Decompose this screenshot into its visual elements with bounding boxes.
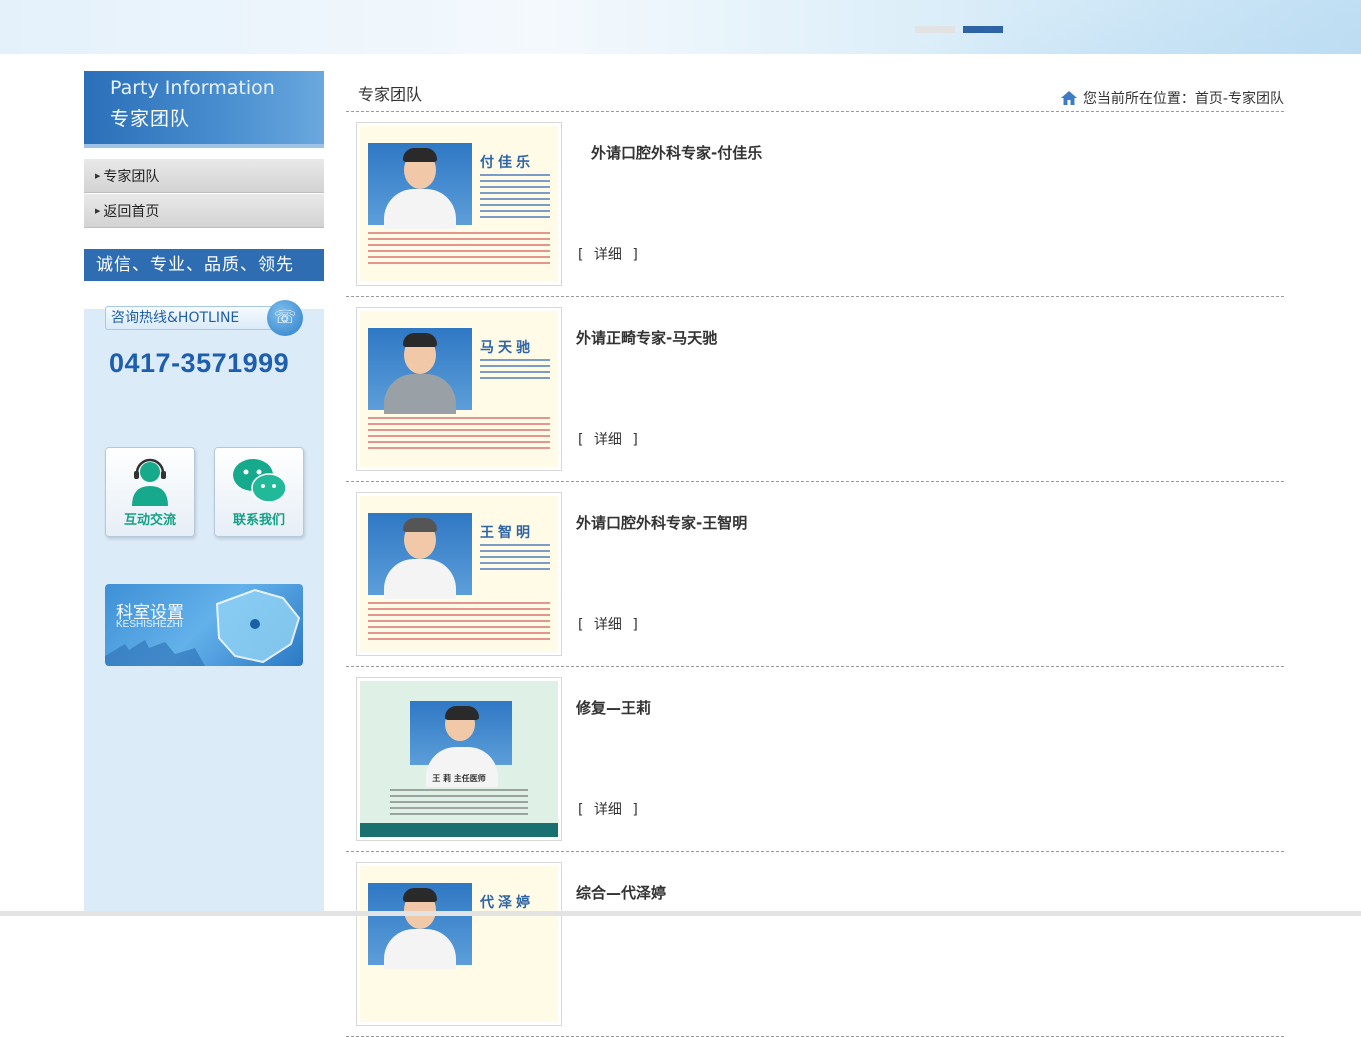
card-name: 代泽婷 bbox=[480, 895, 534, 911]
breadcrumb: 您当前所在位置：首页-专家团队 bbox=[1060, 88, 1284, 108]
sidebar-item-home[interactable]: ▶ 返回首页 bbox=[84, 194, 324, 228]
interactive-chat-tile[interactable]: 互动交流 bbox=[105, 447, 195, 537]
contact-us-tile[interactable]: 联系我们 bbox=[214, 447, 304, 537]
sidebar: Party Information 专家团队 ▶ 专家团队 ▶ 返回首页 诚信、专业… bbox=[84, 71, 324, 916]
card-name: 王 莉 主任医师 bbox=[432, 774, 486, 783]
list-item: 马天驰 外请正畸专家-马天驰 [ 详细 ] bbox=[346, 297, 1284, 482]
expert-thumbnail[interactable]: 马天驰 bbox=[356, 307, 562, 471]
details-link[interactable]: [ 详细 ] bbox=[578, 614, 638, 634]
list-item: 王智明 外请口腔外科专家-王智明 [ 详细 ] bbox=[346, 482, 1284, 667]
top-banner bbox=[0, 0, 1361, 54]
expert-card-image: 马天驰 bbox=[360, 311, 558, 467]
phone-icon: ☏ bbox=[267, 300, 303, 336]
sidebar-nav: ▶ 专家团队 ▶ 返回首页 bbox=[84, 159, 324, 229]
department-banner[interactable]: 科室设置 KESHISHEZHI bbox=[105, 584, 303, 666]
card-name: 付佳乐 bbox=[480, 155, 534, 171]
list-item: 付佳乐 外请口腔外科专家-付佳乐 [ 详细 ] bbox=[346, 112, 1284, 297]
tile-label: 互动交流 bbox=[123, 513, 176, 528]
details-link[interactable]: [ 详细 ] bbox=[578, 244, 638, 264]
arrow-right-icon: ▶ bbox=[95, 208, 101, 216]
home-icon bbox=[1060, 91, 1077, 105]
banner-indicator-2-active[interactable] bbox=[963, 26, 1003, 33]
wechat-icon bbox=[233, 459, 287, 503]
expert-card-image: 代泽婷 bbox=[360, 866, 558, 1022]
hotline-number: 0417-3571999 bbox=[109, 348, 290, 378]
banner-indicator-1[interactable] bbox=[915, 26, 955, 33]
expert-thumbnail[interactable]: 付佳乐 bbox=[356, 122, 562, 286]
card-name: 王智明 bbox=[480, 525, 534, 541]
expert-title-link[interactable]: 外请正畸专家-马天驰 bbox=[576, 327, 717, 348]
arrow-right-icon: ▶ bbox=[95, 173, 101, 181]
expert-thumbnail[interactable]: 代泽婷 bbox=[356, 862, 562, 1026]
content-header: 专家团队 您当前所在位置：首页-专家团队 bbox=[346, 71, 1284, 112]
sidebar-item-label: 返回首页 bbox=[103, 203, 160, 219]
list-item: 代泽婷 综合—代泽婷 bbox=[346, 852, 1284, 1037]
card-name: 马天驰 bbox=[480, 340, 534, 356]
sidebar-item-expert-team[interactable]: ▶ 专家团队 bbox=[84, 159, 324, 193]
sidebar-header-en: Party Information bbox=[110, 77, 275, 99]
bottom-border bbox=[0, 911, 1361, 916]
hotline-box: 咨询热线&HOTLINE ☏ 0417-3571999 bbox=[105, 300, 303, 379]
details-link[interactable]: [ 详细 ] bbox=[578, 429, 638, 449]
department-subtitle: KESHISHEZHI bbox=[116, 619, 183, 630]
list-item: 王 莉 主任医师 修复—王莉 [ 详细 ] bbox=[346, 667, 1284, 852]
slogan-bar: 诚信、专业、品质、领先 bbox=[84, 249, 324, 281]
expert-title-link[interactable]: 外请口腔外科专家-王智明 bbox=[576, 512, 747, 533]
sidebar-item-label: 专家团队 bbox=[103, 168, 160, 184]
quick-tiles: 互动交流 联系我们 bbox=[105, 447, 305, 537]
expert-card-image: 王 莉 主任医师 bbox=[360, 681, 558, 837]
expert-title-link[interactable]: 外请口腔外科专家-付佳乐 bbox=[591, 142, 762, 163]
sidebar-header: Party Information 专家团队 bbox=[84, 71, 324, 148]
expert-thumbnail[interactable]: 王 莉 主任医师 bbox=[356, 677, 562, 841]
expert-title-link[interactable]: 修复—王莉 bbox=[576, 697, 651, 718]
customer-service-icon bbox=[132, 458, 168, 506]
expert-card-image: 付佳乐 bbox=[360, 126, 558, 282]
expert-title-link[interactable]: 综合—代泽婷 bbox=[576, 882, 666, 903]
main-content: 专家团队 您当前所在位置：首页-专家团队 付佳乐 外请口腔外科专家-付佳乐 [ … bbox=[346, 71, 1284, 1037]
expert-thumbnail[interactable]: 王智明 bbox=[356, 492, 562, 656]
sidebar-header-cn: 专家团队 bbox=[110, 108, 191, 130]
tile-label: 联系我们 bbox=[232, 513, 285, 528]
details-link[interactable]: [ 详细 ] bbox=[578, 799, 638, 819]
breadcrumb-text[interactable]: 您当前所在位置：首页-专家团队 bbox=[1083, 91, 1284, 107]
hotline-label: 咨询热线&HOTLINE bbox=[105, 306, 281, 330]
expert-card-image: 王智明 bbox=[360, 496, 558, 652]
page-title: 专家团队 bbox=[358, 85, 423, 104]
